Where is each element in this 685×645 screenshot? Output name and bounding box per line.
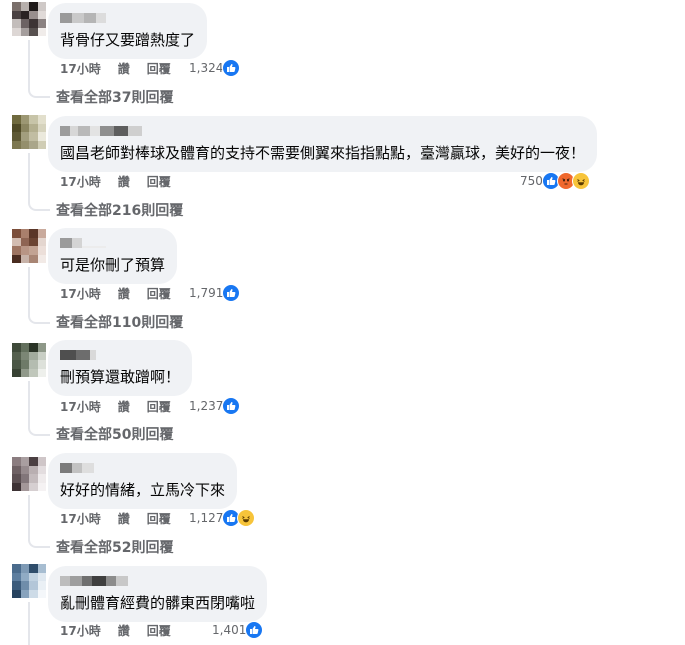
- comment-text: 好好的情緒，立馬冷下來: [60, 481, 226, 499]
- comment-bubble: 背骨仔又要蹭熱度了: [48, 3, 208, 59]
- comment-text: 國昌老師對棒球及體育的支持不需要側翼來指指點點，臺灣贏球，美好的一夜！: [60, 144, 586, 162]
- comment-text: 背骨仔又要蹭熱度了: [60, 31, 196, 49]
- view-replies-link[interactable]: 查看全部216則回覆: [56, 200, 183, 220]
- view-replies-link[interactable]: 查看全部37則回覆: [56, 87, 173, 107]
- comment-actions: 17小時 讚 回覆: [60, 397, 188, 415]
- thread-line: [28, 267, 30, 317]
- thread-elbow: [28, 314, 50, 324]
- comment-text: 亂刪體育經費的髒東西閉嘴啦: [60, 594, 256, 612]
- like-reaction-icon: [245, 621, 264, 639]
- reactions-summary[interactable]: 1,127: [189, 509, 256, 527]
- like-button[interactable]: 讚: [118, 173, 130, 190]
- reply-button[interactable]: 回覆: [147, 285, 171, 302]
- reaction-count: 1,127: [189, 511, 224, 525]
- comment-bubble: 好好的情緒，立馬冷下來: [48, 453, 238, 509]
- like-reaction-icon: [222, 284, 241, 302]
- timestamp-link[interactable]: 17小時: [60, 398, 101, 415]
- timestamp-link[interactable]: 17小時: [60, 285, 101, 302]
- timestamp-link[interactable]: 17小時: [60, 173, 101, 190]
- avatar[interactable]: [12, 229, 46, 263]
- author-name-redacted[interactable]: [60, 348, 180, 362]
- like-button[interactable]: 讚: [118, 285, 130, 302]
- reaction-count: 1,401: [212, 623, 247, 637]
- like-button[interactable]: 讚: [118, 60, 130, 77]
- thread-elbow: [28, 201, 50, 211]
- thread-line: [28, 381, 30, 429]
- thread-line: [28, 602, 30, 645]
- avatar[interactable]: [12, 2, 46, 36]
- comment-actions: 17小時 讚 回覆: [60, 284, 188, 302]
- timestamp-link[interactable]: 17小時: [60, 622, 101, 639]
- thread-line: [28, 153, 30, 203]
- author-name-redacted[interactable]: [60, 461, 225, 475]
- comment-actions: 17小時 讚 回覆: [60, 621, 188, 639]
- reactions-summary[interactable]: 1,791: [189, 284, 241, 302]
- comment-bubble: 亂刪體育經費的髒東西閉嘴啦: [48, 566, 268, 622]
- view-replies-link[interactable]: 查看全部50則回覆: [56, 424, 173, 444]
- avatar[interactable]: [12, 115, 46, 149]
- reaction-count: 1,237: [189, 399, 224, 413]
- like-reaction-icon: [222, 397, 241, 415]
- author-name-redacted[interactable]: [60, 574, 255, 588]
- haha-reaction-icon: [571, 172, 590, 190]
- comment-text: 可是你刪了預算: [60, 256, 166, 274]
- reactions-summary[interactable]: 1,401: [212, 621, 264, 639]
- avatar[interactable]: [12, 343, 46, 377]
- comment-text: 刪預算還敢蹭啊！: [60, 368, 181, 386]
- reaction-count: 1,791: [189, 286, 224, 300]
- view-replies-link[interactable]: 查看全部52則回覆: [56, 537, 173, 557]
- like-button[interactable]: 讚: [118, 622, 130, 639]
- comment-actions: 17小時 讚 回覆: [60, 172, 188, 190]
- reactions-summary[interactable]: 1,237: [189, 397, 241, 415]
- thread-elbow: [28, 538, 50, 548]
- reactions-summary[interactable]: 750: [520, 172, 590, 190]
- like-button[interactable]: 讚: [118, 398, 130, 415]
- thread-line: [28, 40, 30, 90]
- author-name-redacted[interactable]: [60, 236, 165, 250]
- comment-bubble: 可是你刪了預算: [48, 228, 178, 284]
- reaction-count: 750: [520, 174, 543, 188]
- thread-line: [28, 495, 30, 541]
- thread-elbow: [28, 88, 50, 98]
- author-name-redacted[interactable]: [60, 124, 585, 138]
- reply-button[interactable]: 回覆: [147, 398, 171, 415]
- comment-bubble: 國昌老師對棒球及體育的支持不需要側翼來指指點點，臺灣贏球，美好的一夜！: [48, 116, 598, 172]
- reply-button[interactable]: 回覆: [147, 510, 171, 527]
- comment-actions: 17小時 讚 回覆: [60, 509, 188, 527]
- like-button[interactable]: 讚: [118, 510, 130, 527]
- reactions-summary[interactable]: 1,324: [189, 59, 241, 77]
- reply-button[interactable]: 回覆: [147, 60, 171, 77]
- view-replies-link[interactable]: 查看全部110則回覆: [56, 312, 183, 332]
- avatar[interactable]: [12, 564, 46, 598]
- comment-actions: 17小時 讚 回覆: [60, 59, 188, 77]
- reaction-count: 1,324: [189, 61, 224, 75]
- author-name-redacted[interactable]: [60, 11, 195, 25]
- reply-button[interactable]: 回覆: [147, 173, 171, 190]
- thread-elbow: [28, 426, 50, 436]
- like-reaction-icon: [222, 59, 241, 77]
- timestamp-link[interactable]: 17小時: [60, 510, 101, 527]
- comment-bubble: 刪預算還敢蹭啊！: [48, 340, 193, 396]
- avatar[interactable]: [12, 457, 46, 491]
- haha-reaction-icon: [237, 509, 256, 527]
- timestamp-link[interactable]: 17小時: [60, 60, 101, 77]
- reply-button[interactable]: 回覆: [147, 622, 171, 639]
